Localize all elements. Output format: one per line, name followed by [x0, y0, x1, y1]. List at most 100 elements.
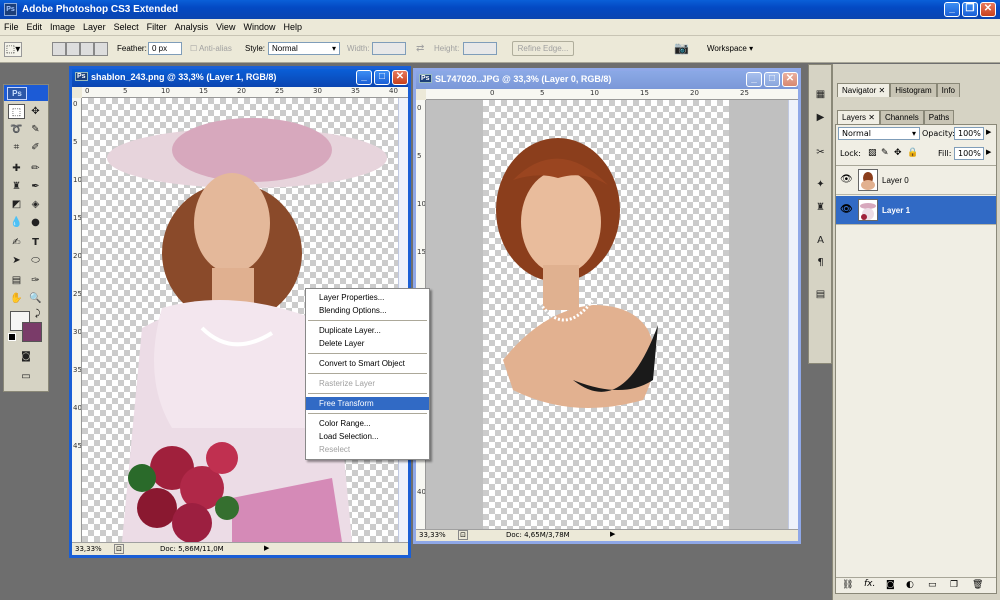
refine-edge-button[interactable]: Refine Edge...	[512, 41, 574, 56]
tab-layers[interactable]: Layers ✕	[837, 110, 880, 124]
doc2-vertical-scrollbar[interactable]	[788, 100, 798, 529]
menu-item-color-range[interactable]: Color Range...	[306, 417, 429, 430]
eyedropper-tool-icon[interactable]: ✑	[27, 273, 44, 288]
menu-filter[interactable]: Filter	[143, 19, 171, 32]
fx-icon[interactable]: fx.	[864, 579, 875, 589]
new-layer-icon[interactable]: ❐	[950, 580, 958, 590]
tab-navigator[interactable]: Navigator ✕	[837, 83, 891, 97]
marquee-tool-icon[interactable]: ⬚	[8, 104, 25, 119]
tab-paths[interactable]: Paths	[923, 110, 955, 124]
move-tool-icon[interactable]: ✥	[27, 104, 44, 119]
fill-input[interactable]: 100%	[954, 147, 984, 160]
blur-tool-icon[interactable]: 💧	[8, 215, 25, 230]
link-layers-icon[interactable]: ⛓	[842, 580, 853, 590]
doc1-status-icon[interactable]: ⊡	[114, 544, 124, 554]
paragraph-panel-icon[interactable]: ¶	[812, 255, 829, 270]
doc2-title-bar[interactable]: Ps SL747020..JPG @ 33,3% (Layer 0, RGB/8…	[416, 71, 798, 89]
doc2-status-menu-arrow-icon[interactable]: ▶	[610, 530, 615, 538]
brushes-panel-icon[interactable]: ✦	[812, 177, 829, 192]
notes-panel-icon[interactable]: ▤	[812, 287, 829, 302]
swap-icon[interactable]: ⇄	[416, 43, 424, 54]
lasso-tool-icon[interactable]: ➰	[8, 122, 25, 137]
layer-row-layer-0[interactable]: 👁 Layer 0	[836, 166, 996, 195]
adjustment-layer-icon[interactable]: ◐	[906, 580, 914, 590]
swap-colors-icon[interactable]: ⤸	[35, 309, 40, 319]
clone-source-icon[interactable]: ♜	[812, 200, 829, 215]
menu-help[interactable]: Help	[279, 19, 306, 32]
path-select-icon[interactable]: ➤	[8, 253, 25, 268]
maximize-icon[interactable]: ❐	[962, 2, 978, 17]
lock-transparency-icon[interactable]: ▧	[868, 148, 877, 158]
width-input[interactable]	[372, 42, 406, 55]
add-selection-icon[interactable]	[66, 42, 80, 56]
doc1-zoom-level[interactable]: 33,33%	[75, 545, 102, 553]
quick-mask-icon[interactable]: ◙	[16, 349, 36, 364]
doc1-title-bar[interactable]: Ps shablon_243.png @ 33,3% (Layer 1, RGB…	[72, 69, 408, 87]
menu-edit[interactable]: Edit	[23, 19, 47, 32]
doc2-status-icon[interactable]: ⊡	[458, 530, 468, 540]
lock-image-icon[interactable]: ✎	[881, 148, 889, 158]
tool-presets-icon[interactable]: ✂	[812, 145, 829, 160]
menu-view[interactable]: View	[212, 19, 239, 32]
paint-bucket-icon[interactable]: ◈	[27, 197, 44, 212]
menu-item-blending-options[interactable]: Blending Options...	[306, 304, 429, 317]
doc2-maximize-icon[interactable]: □	[764, 72, 780, 87]
new-selection-icon[interactable]	[52, 42, 66, 56]
menu-item-load-selection[interactable]: Load Selection...	[306, 430, 429, 443]
menu-item-delete-layer[interactable]: Delete Layer	[306, 337, 429, 350]
menu-analysis[interactable]: Analysis	[171, 19, 213, 32]
menu-file[interactable]: File	[0, 19, 23, 32]
screen-mode-icon[interactable]: ▭	[16, 369, 36, 384]
menu-item-convert-smart-object[interactable]: Convert to Smart Object	[306, 357, 429, 370]
background-color-swatch[interactable]	[22, 322, 42, 342]
style-select[interactable]: Normal ▾	[268, 42, 340, 55]
notes-tool-icon[interactable]: ▤	[8, 273, 25, 288]
height-input[interactable]	[463, 42, 497, 55]
menu-image[interactable]: Image	[46, 19, 79, 32]
menu-window[interactable]: Window	[239, 19, 279, 32]
menu-layer[interactable]: Layer	[79, 19, 110, 32]
intersect-selection-icon[interactable]	[94, 42, 108, 56]
marquee-preset-icon[interactable]: ⬚▾	[4, 42, 22, 57]
tab-info[interactable]: Info	[936, 83, 960, 97]
doc2-close-icon[interactable]: ✕	[782, 72, 798, 87]
doc1-minimize-icon[interactable]: _	[356, 70, 372, 85]
doc1-status-menu-arrow-icon[interactable]: ▶	[264, 544, 269, 552]
menu-item-free-transform[interactable]: Free Transform	[306, 397, 429, 410]
slice-tool-icon[interactable]: ✐	[27, 140, 44, 155]
history-brush-icon[interactable]: ✒	[27, 179, 44, 194]
antialias-checkbox[interactable]: ☐ Anti-alias	[190, 44, 232, 53]
eye-icon[interactable]: 👁	[840, 204, 853, 215]
subtract-selection-icon[interactable]	[80, 42, 94, 56]
doc1-maximize-icon[interactable]: □	[374, 70, 390, 85]
pen-tool-icon[interactable]: ✍	[8, 235, 25, 250]
tab-histogram[interactable]: Histogram	[890, 83, 937, 97]
default-colors-icon[interactable]	[8, 333, 16, 341]
menu-select[interactable]: Select	[110, 19, 143, 32]
new-group-icon[interactable]: ▭	[928, 580, 937, 590]
layer-row-layer-1[interactable]: 👁 Layer 1	[836, 196, 996, 225]
type-tool-icon[interactable]: T	[27, 235, 44, 250]
doc2-zoom-level[interactable]: 33,33%	[419, 531, 446, 539]
clone-stamp-icon[interactable]: ♜	[8, 179, 25, 194]
bridge-icon[interactable]: 📷	[674, 41, 689, 55]
opacity-arrow-icon[interactable]: ▶	[986, 128, 991, 136]
quick-select-tool-icon[interactable]: ✎	[27, 122, 44, 137]
actions-panel-icon[interactable]: ▶	[812, 110, 829, 125]
crop-tool-icon[interactable]: ⌗	[8, 140, 25, 155]
lock-all-icon[interactable]: 🔒	[907, 148, 918, 158]
workspace-button[interactable]: Workspace ▾	[707, 44, 753, 53]
character-panel-icon[interactable]: A	[812, 233, 829, 248]
feather-input[interactable]: 0 px	[148, 42, 182, 55]
eraser-tool-icon[interactable]: ◩	[8, 197, 25, 212]
menu-item-layer-properties[interactable]: Layer Properties...	[306, 291, 429, 304]
close-icon[interactable]: ✕	[980, 2, 996, 17]
delete-layer-icon[interactable]: 🗑	[972, 580, 983, 590]
doc2-minimize-icon[interactable]: _	[746, 72, 762, 87]
healing-brush-icon[interactable]: ✚	[8, 161, 25, 176]
hand-tool-icon[interactable]: ✋	[8, 291, 25, 306]
navigator-panel-icon[interactable]: ▦	[812, 87, 829, 102]
fill-arrow-icon[interactable]: ▶	[986, 148, 991, 156]
brush-tool-icon[interactable]: ✏	[27, 161, 44, 176]
shape-tool-icon[interactable]: ⬭	[27, 253, 44, 268]
